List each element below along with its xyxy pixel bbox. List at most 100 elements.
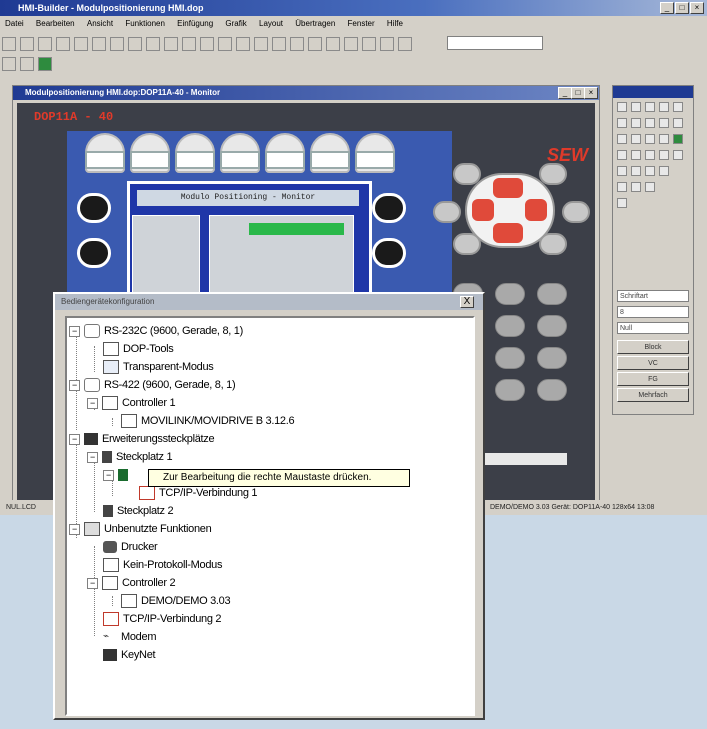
tree-item-steckplatz-2[interactable]: Steckplatz 2 (103, 503, 174, 519)
tool4-icon[interactable] (326, 37, 340, 51)
chart-tool-icon[interactable] (617, 182, 627, 192)
bar-tool-icon[interactable] (617, 134, 627, 144)
lamp-tool-icon[interactable] (673, 118, 683, 128)
text-tool-icon[interactable] (631, 118, 641, 128)
tree-item-tcpip-2[interactable]: TCP/IP-Verbindung 2 (103, 611, 222, 627)
tree-item-tcpip-1[interactable]: TCP/IP-Verbindung 1 (139, 485, 258, 501)
time-tool-icon[interactable] (659, 150, 669, 160)
zoom-tool-icon[interactable] (645, 182, 655, 192)
num-key-2[interactable] (495, 283, 525, 305)
redo-icon[interactable] (128, 37, 142, 51)
maximize-button[interactable]: □ (675, 2, 689, 14)
tool8-icon[interactable] (398, 37, 412, 51)
alarm-tool-icon[interactable] (673, 134, 683, 144)
block-button[interactable]: Block (617, 340, 689, 354)
copy-icon[interactable] (74, 37, 88, 51)
tool7-icon[interactable] (380, 37, 394, 51)
collapse-icon[interactable]: − (69, 379, 80, 391)
arrow-left-icon[interactable] (472, 199, 494, 221)
graph-tool-icon[interactable] (631, 182, 641, 192)
cut-icon[interactable] (56, 37, 70, 51)
left-key-1[interactable] (77, 193, 111, 223)
meter-tool-icon[interactable] (617, 166, 627, 176)
ascii-tool-icon[interactable] (631, 150, 641, 160)
line-tool-icon[interactable] (631, 102, 641, 112)
toolbar-combo[interactable] (447, 36, 543, 50)
fkey-7[interactable] (355, 151, 395, 169)
left-key-2[interactable] (77, 238, 111, 268)
size-select[interactable]: 8 (617, 306, 689, 318)
collapse-icon[interactable]: − (69, 325, 80, 337)
tree-item-slot-module[interactable]: − (103, 467, 132, 483)
menu-bearbeiten[interactable]: Bearbeiten (36, 19, 75, 28)
dialog-close-button[interactable]: X (460, 296, 474, 308)
open-icon[interactable] (20, 37, 34, 51)
monitor-icon[interactable] (236, 37, 250, 51)
table-tool-icon[interactable] (645, 166, 655, 176)
collapse-icon[interactable]: − (69, 523, 80, 535)
round-rect-tool-icon[interactable] (659, 102, 669, 112)
tree-item-keynet[interactable]: KeyNet (103, 647, 156, 663)
tree-item-demo[interactable]: DEMO/DEMO 3.03 (121, 593, 231, 609)
minimize-button[interactable]: _ (660, 2, 674, 14)
menu-grafik[interactable]: Grafik (225, 19, 246, 28)
num-key-5[interactable] (495, 315, 525, 337)
vc-button[interactable]: VC (617, 356, 689, 370)
tool-icon[interactable] (272, 37, 286, 51)
nav-key-right-outer[interactable] (562, 201, 590, 223)
gauge-tool-icon[interactable] (631, 134, 641, 144)
num-key-6[interactable] (537, 315, 567, 337)
select-tool-icon[interactable] (617, 102, 627, 112)
fkey-2[interactable] (130, 151, 170, 169)
collapse-icon[interactable]: − (87, 451, 98, 463)
print-icon[interactable] (146, 37, 160, 51)
numeric-tool-icon[interactable] (617, 150, 627, 160)
tree-item-drucker[interactable]: Drucker (103, 539, 158, 555)
green-page-icon[interactable] (38, 57, 52, 71)
tree-item-dop-tools[interactable]: DOP-Tools (103, 341, 174, 357)
tree-item-steckplatz-1[interactable]: − Steckplatz 1 (87, 449, 173, 465)
list-tool-icon[interactable] (659, 166, 669, 176)
num-key-3[interactable] (537, 283, 567, 305)
tree-item-unbenutzt[interactable]: − Unbenutzte Funktionen (69, 521, 212, 537)
button-tool-icon[interactable] (659, 118, 669, 128)
right-key-2[interactable] (372, 238, 406, 268)
monitor-close-button[interactable]: × (584, 87, 598, 99)
style-select[interactable]: Null (617, 322, 689, 334)
tree-item-controller-2[interactable]: − Controller 2 (87, 575, 176, 591)
page-icon[interactable] (20, 57, 34, 71)
arc-tool-icon[interactable] (617, 118, 627, 128)
num-key-12[interactable] (537, 379, 567, 401)
help-icon[interactable] (164, 37, 178, 51)
arrow-right-icon[interactable] (525, 199, 547, 221)
nav-key-left-outer[interactable] (433, 201, 461, 223)
monitor-maximize-button[interactable]: □ (571, 87, 585, 99)
grid-icon[interactable] (182, 37, 196, 51)
mehrfach-button[interactable]: Mehrfach (617, 388, 689, 402)
menu-uebertragen[interactable]: Übertragen (295, 19, 335, 28)
close-button[interactable]: × (690, 2, 704, 14)
tree-item-modem[interactable]: ⌁ Modem (103, 629, 156, 645)
tool5-icon[interactable] (344, 37, 358, 51)
cursor-icon[interactable] (2, 57, 16, 71)
collapse-icon[interactable]: − (69, 433, 80, 445)
paste-icon[interactable] (92, 37, 106, 51)
bitmap-tool-icon[interactable] (645, 118, 655, 128)
collapse-icon[interactable]: − (87, 577, 98, 589)
slider-tool-icon[interactable] (673, 150, 683, 160)
num-key-11[interactable] (495, 379, 525, 401)
misc-tool-icon[interactable] (617, 198, 627, 208)
clock-tool-icon[interactable] (659, 134, 669, 144)
nav-key-ur[interactable] (539, 163, 567, 185)
monitor-minimize-button[interactable]: _ (558, 87, 572, 99)
undo-icon[interactable] (110, 37, 124, 51)
fkey-4[interactable] (220, 151, 260, 169)
new-icon[interactable] (2, 37, 16, 51)
right-key-1[interactable] (372, 193, 406, 223)
menu-ansicht[interactable]: Ansicht (87, 19, 113, 28)
num-key-8[interactable] (495, 347, 525, 369)
arrow-up-icon[interactable] (493, 178, 523, 198)
menu-einfuegung[interactable]: Einfügung (177, 19, 213, 28)
fkey-1[interactable] (85, 151, 125, 169)
recipe-tool-icon[interactable] (631, 166, 641, 176)
